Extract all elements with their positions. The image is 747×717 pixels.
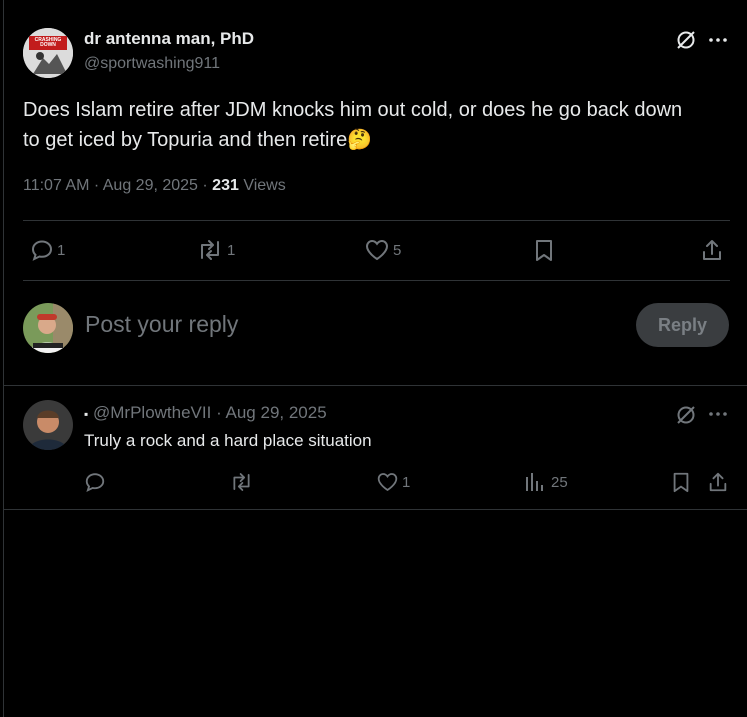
reply-like-action[interactable]: 1 (376, 471, 410, 493)
grok-icon[interactable] (674, 28, 698, 52)
reply-count: 1 (57, 241, 66, 259)
views-label: Views (238, 177, 286, 194)
tweet-meta: 11:07 AM · Aug 29, 2025 · 231 Views (23, 177, 286, 195)
reply-icon (30, 238, 54, 262)
reply-reply-icon (84, 471, 106, 493)
author-handle[interactable]: @sportwashing911 (84, 55, 220, 73)
views-count: 231 (212, 177, 239, 194)
reply-reply-action[interactable] (84, 471, 106, 493)
author-name[interactable]: dr antenna man, PhD (84, 29, 254, 49)
repost-count: 1 (227, 241, 236, 259)
user-avatar[interactable] (23, 303, 73, 353)
heart-icon (364, 238, 390, 262)
reply-like-count: 1 (402, 473, 411, 491)
user-avatar-image (23, 303, 73, 353)
reply-more-options-icon[interactable] (708, 404, 728, 424)
bookmark-action[interactable] (532, 238, 556, 262)
reply-views-action[interactable]: 25 (523, 471, 568, 493)
repost-icon (196, 238, 224, 262)
reply-meta: ▪ @MrPlowtheVII · Aug 29, 2025 (84, 403, 327, 423)
like-count: 5 (393, 241, 402, 259)
author-avatar[interactable]: CRASHING DOWN (23, 28, 73, 78)
reply-author-avatar[interactable] (23, 400, 73, 450)
reply-input[interactable]: Post your reply (85, 311, 238, 338)
avatar-image (23, 28, 73, 78)
repost-action[interactable]: 1 (196, 238, 235, 262)
like-action[interactable]: 5 (364, 238, 401, 262)
divider-bottom (3, 509, 747, 510)
reply-repost-action[interactable] (229, 471, 254, 493)
tweet-timestamp[interactable]: 11:07 AM · Aug 29, 2025 · (23, 177, 212, 194)
reply-bookmark-icon (670, 471, 692, 493)
reply-grok-icon[interactable] (674, 403, 698, 427)
left-border (3, 0, 4, 717)
share-action[interactable] (700, 238, 724, 262)
reply-text: Truly a rock and a hard place situation (84, 431, 372, 450)
more-options-icon[interactable] (708, 30, 728, 50)
reply-avatar-image (23, 400, 73, 450)
analytics-icon (523, 471, 545, 493)
divider-composer (3, 385, 747, 386)
reply-button[interactable]: Reply (636, 303, 729, 347)
reply-action[interactable]: 1 (30, 238, 65, 262)
reply-heart-icon (376, 471, 399, 493)
avatar-logo-text: CRASHING DOWN (34, 37, 62, 48)
reply-views-count: 25 (551, 473, 568, 491)
reply-bullet: ▪ (84, 407, 89, 421)
divider-actions (23, 280, 730, 281)
reply-handle-date[interactable]: @MrPlowtheVII · Aug 29, 2025 (93, 403, 327, 422)
bookmark-icon (532, 238, 556, 262)
thinking-emoji: 🤔 (347, 129, 373, 151)
reply-share-icon (707, 471, 729, 493)
tweet-text: Does Islam retire after JDM knocks him o… (23, 95, 703, 155)
divider-top (23, 220, 730, 221)
reply-repost-icon (229, 471, 254, 493)
reply-bookmark-action[interactable] (670, 471, 692, 493)
share-icon (700, 238, 724, 262)
reply-share-action[interactable] (707, 471, 729, 493)
